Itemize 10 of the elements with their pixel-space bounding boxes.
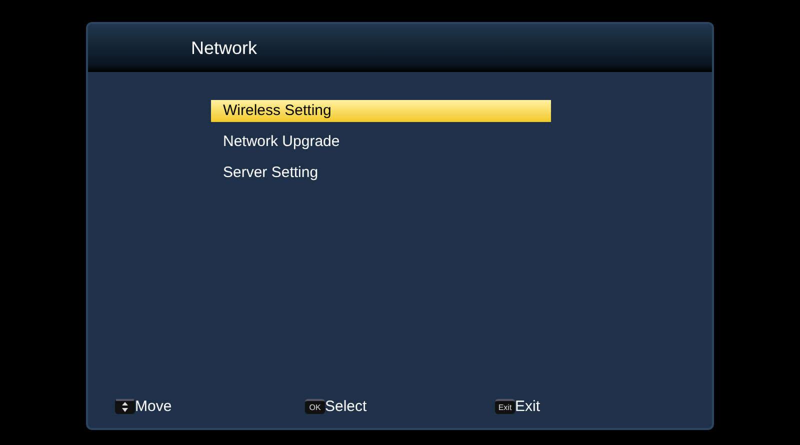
hint-label: Select <box>325 396 367 416</box>
menu-item[interactable]: Network Upgrade <box>211 131 551 153</box>
up-down-key-icon <box>115 399 135 414</box>
window-title: Network <box>191 36 258 60</box>
menu-item[interactable]: Server Setting <box>211 162 551 184</box>
remote-key: OK <box>305 399 325 414</box>
menu-item[interactable]: Wireless Setting <box>211 100 551 122</box>
remote-key: Exit <box>495 399 515 414</box>
hint-label: Move <box>135 396 172 416</box>
hint-label: Exit <box>515 396 540 416</box>
